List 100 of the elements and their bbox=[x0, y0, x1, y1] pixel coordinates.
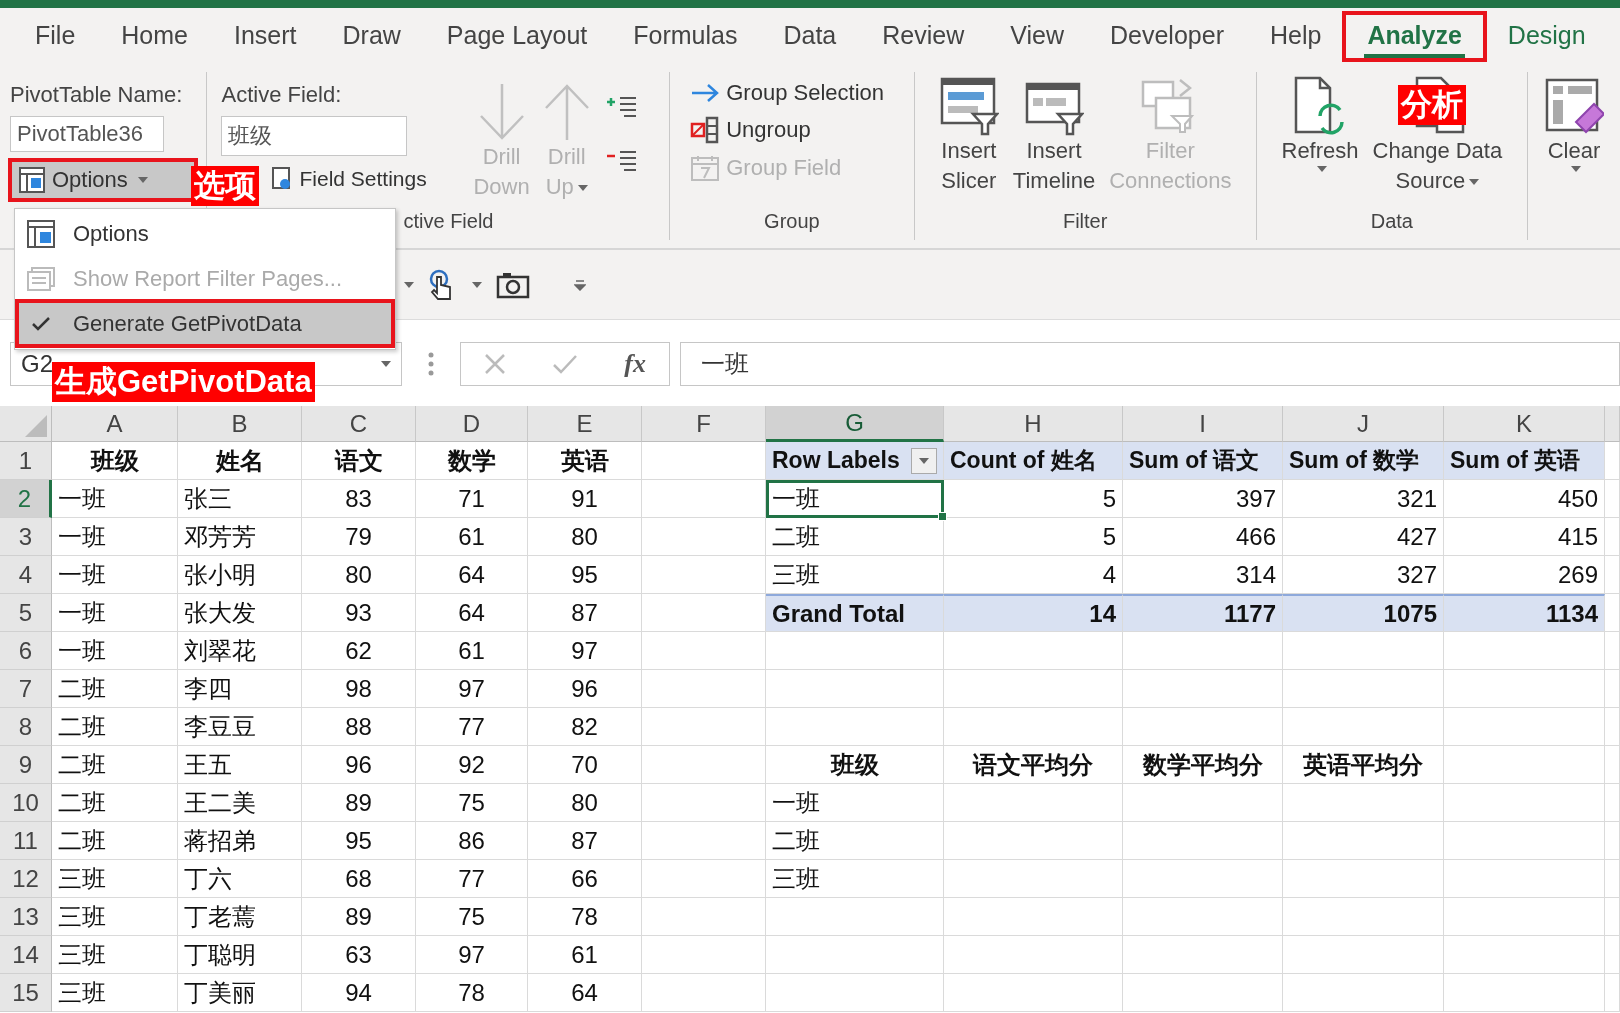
ribbon-tab[interactable]: Insert bbox=[211, 12, 320, 60]
pivottable-name-field[interactable]: PivotTable36 bbox=[10, 116, 164, 152]
active-field-field[interactable]: 班级 bbox=[221, 116, 408, 156]
row-header[interactable]: 3 bbox=[0, 518, 52, 556]
ribbon-button[interactable]: Clear bbox=[1538, 72, 1610, 240]
row-header[interactable]: 14 bbox=[0, 936, 52, 974]
fill-handle[interactable] bbox=[938, 512, 947, 521]
row-header[interactable]: 13 bbox=[0, 898, 52, 936]
ribbon-tab[interactable]: Design bbox=[1484, 12, 1609, 60]
row-header[interactable]: 11 bbox=[0, 822, 52, 860]
table-cell: 450 bbox=[1557, 484, 1598, 513]
column-header[interactable]: H bbox=[944, 406, 1123, 442]
field-settings-button[interactable]: Field Settings bbox=[267, 164, 431, 194]
column-header[interactable]: K bbox=[1444, 406, 1605, 442]
customize-toolbar-icon[interactable] bbox=[574, 278, 586, 291]
ribbon-tab[interactable]: Formulas bbox=[610, 12, 761, 60]
expand-field-icon[interactable] bbox=[605, 94, 638, 118]
ribbon-button[interactable]: Ungroup bbox=[686, 114, 904, 146]
menu-item[interactable]: Options bbox=[17, 211, 393, 256]
table-cell-text: 英语 bbox=[560, 445, 609, 476]
table-cell: 87 bbox=[571, 598, 598, 627]
caret-icon bbox=[472, 281, 482, 288]
column-header[interactable]: G bbox=[766, 406, 944, 442]
table-cell: 97 bbox=[458, 940, 485, 969]
row-header[interactable]: 12 bbox=[0, 860, 52, 898]
table-cell: 71 bbox=[458, 484, 485, 513]
table-cell: 98 bbox=[345, 674, 372, 703]
table-cell: 61 bbox=[458, 522, 485, 551]
insert-function-button[interactable]: fx bbox=[624, 349, 646, 379]
table-cell-text: 二班 bbox=[58, 825, 106, 856]
table-cell-text: 张小明 bbox=[184, 559, 256, 590]
row-header[interactable]: 10 bbox=[0, 784, 52, 822]
row-header[interactable]: 4 bbox=[0, 556, 52, 594]
empty-cell bbox=[1605, 670, 1620, 708]
table-cell: Row Labels bbox=[772, 447, 900, 474]
table-cell-text: 一班 bbox=[772, 787, 820, 818]
row-header[interactable]: 8 bbox=[0, 708, 52, 746]
grand-total-cell: 1134 bbox=[1444, 594, 1605, 632]
table-cell-text: 一班 bbox=[58, 483, 106, 514]
column-header[interactable]: E bbox=[528, 406, 642, 442]
table-cell-text: 一班 bbox=[58, 635, 106, 666]
table-cell: 88 bbox=[345, 712, 372, 741]
column-header[interactable]: D bbox=[416, 406, 528, 442]
ribbon-tab[interactable]: Page Layout bbox=[423, 12, 611, 60]
grand-total-cell: 1075 bbox=[1283, 594, 1444, 632]
table-cell-text: 丁老蔫 bbox=[184, 901, 256, 932]
table-cell: 92 bbox=[458, 750, 485, 779]
column-header[interactable]: C bbox=[302, 406, 416, 442]
formula-field[interactable]: 一班 bbox=[680, 342, 1620, 386]
group-label: ctive Field bbox=[403, 210, 494, 232]
table-cell-text: 三班 bbox=[58, 977, 106, 1008]
collapse-field-icon[interactable] bbox=[605, 148, 638, 172]
selected-cell[interactable]: 一班 bbox=[766, 480, 944, 518]
ribbon-button[interactable]: Insert Timeline bbox=[1006, 72, 1102, 210]
ribbon-button[interactable]: Group Selection bbox=[686, 78, 904, 108]
table-cell: 82 bbox=[571, 712, 598, 741]
ribbon-tab[interactable]: Data bbox=[760, 12, 860, 60]
table-cell-text: 邓芳芳 bbox=[184, 521, 256, 552]
table-cell-text: 班级 bbox=[90, 445, 139, 476]
field-label: PivotTable Name: bbox=[10, 82, 184, 108]
table-cell: 64 bbox=[458, 598, 485, 627]
row-header[interactable]: 2 bbox=[0, 480, 52, 518]
row-header[interactable]: 1 bbox=[0, 442, 52, 480]
ribbon-button[interactable]: Refresh bbox=[1275, 72, 1365, 210]
ribbon-tab[interactable]: Developer bbox=[1087, 12, 1247, 60]
column-header[interactable]: I bbox=[1123, 406, 1283, 442]
row-header[interactable]: 15 bbox=[0, 974, 52, 1012]
table-cell-text: 英语平均分 bbox=[1303, 749, 1423, 780]
table-cell: 80 bbox=[571, 788, 598, 817]
table-cell: 64 bbox=[458, 560, 485, 589]
table-cell: 61 bbox=[458, 636, 485, 665]
ribbon-button[interactable]: Insert Slicer bbox=[932, 72, 1005, 210]
column-header[interactable]: F bbox=[642, 406, 766, 442]
annotation-label: 选项 bbox=[191, 166, 259, 206]
menu-item[interactable]: Generate GetPivotData bbox=[17, 301, 393, 346]
table-cell-text: 语文 bbox=[334, 445, 383, 476]
row-header[interactable]: 6 bbox=[0, 632, 52, 670]
table-cell-text: 三班 bbox=[58, 901, 106, 932]
column-header[interactable]: J bbox=[1283, 406, 1444, 442]
camera-icon[interactable] bbox=[496, 270, 530, 299]
ribbon-tab[interactable]: Help bbox=[1246, 12, 1345, 60]
ribbon-tab[interactable]: Review bbox=[859, 12, 988, 60]
touch-mode-icon[interactable] bbox=[428, 268, 454, 301]
empty-cell bbox=[1605, 594, 1620, 632]
ribbon-tab[interactable]: View bbox=[987, 12, 1087, 60]
ribbon-tab[interactable]: Analyze bbox=[1344, 12, 1485, 60]
caret-icon bbox=[919, 457, 929, 464]
row-header[interactable]: 5 bbox=[0, 594, 52, 632]
column-header[interactable]: A bbox=[52, 406, 178, 442]
table-cell: 269 bbox=[1557, 560, 1598, 589]
table-cell-text: 数学 bbox=[447, 445, 496, 476]
ribbon-tab[interactable]: Home bbox=[98, 12, 211, 60]
caret-icon bbox=[381, 361, 391, 367]
filter-dropdown-button[interactable] bbox=[911, 447, 937, 474]
ribbon-tab[interactable]: File bbox=[12, 12, 99, 60]
ribbon-tab[interactable]: Draw bbox=[319, 12, 424, 60]
row-header[interactable]: 7 bbox=[0, 670, 52, 708]
grand-total-cell: Grand Total bbox=[766, 594, 944, 632]
row-header[interactable]: 9 bbox=[0, 746, 52, 784]
column-header[interactable]: B bbox=[178, 406, 302, 442]
